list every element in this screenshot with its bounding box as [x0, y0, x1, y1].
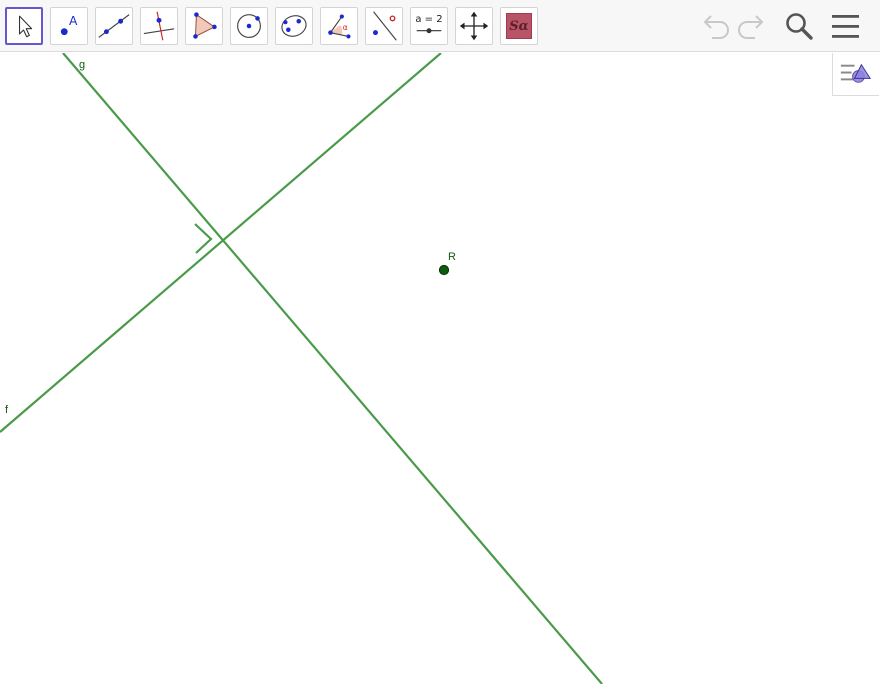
point-r-label[interactable]: R: [448, 251, 456, 263]
custom-tool-label: Sα: [509, 19, 529, 34]
redo-button[interactable]: [735, 10, 769, 44]
angle-icon: α: [328, 14, 351, 39]
angle-tool-label: α: [343, 23, 348, 32]
search-icon: [786, 13, 813, 40]
geogebra-app: A α a = 2 Sα g f R: [0, 0, 880, 684]
reflect-tool[interactable]: [365, 7, 403, 45]
line-g-label[interactable]: g: [79, 59, 85, 71]
move-arrows-icon: [459, 11, 489, 41]
hamburger-menu-icon: [832, 15, 859, 38]
undo-button[interactable]: [698, 10, 732, 44]
point-icon: A: [60, 14, 78, 36]
ellipse-icon: [281, 15, 307, 37]
point-tool-label: A: [69, 14, 78, 28]
polygon-tool[interactable]: [185, 7, 223, 45]
perpendicular-line-icon: [143, 11, 175, 41]
slider-icon: [416, 28, 442, 34]
circle-center-point-icon: [237, 14, 261, 38]
reflect-about-line-icon: [373, 11, 397, 41]
perpendicular-line-tool[interactable]: [140, 7, 178, 45]
toolbar: A α a = 2 Sα: [0, 0, 880, 52]
formula-icon: Sα: [506, 13, 532, 39]
slider-tool[interactable]: a = 2: [410, 7, 448, 45]
point-tool[interactable]: A: [50, 7, 88, 45]
style-bar-icon: [840, 63, 872, 83]
move-graphics-view-tool[interactable]: [455, 7, 493, 45]
search-button[interactable]: [782, 10, 816, 44]
line-f-label[interactable]: f: [5, 404, 8, 416]
angle-tool[interactable]: α: [320, 7, 358, 45]
point-r[interactable]: [438, 264, 450, 276]
conic-tool[interactable]: [275, 7, 313, 45]
line-f[interactable]: [0, 53, 442, 433]
undo-icon: [703, 15, 729, 39]
circle-tool[interactable]: [230, 7, 268, 45]
right-angle-marker: [194, 223, 213, 254]
move-tool[interactable]: [5, 7, 43, 45]
line-through-points-icon: [98, 14, 130, 38]
style-bar-toggle-button[interactable]: [832, 53, 879, 96]
graphics-view[interactable]: g f R: [0, 53, 880, 684]
menu-button[interactable]: [829, 10, 863, 44]
line-tool[interactable]: [95, 7, 133, 45]
graphics-canvas[interactable]: [0, 53, 880, 684]
custom-tool[interactable]: Sα: [500, 7, 538, 45]
polygon-icon: [193, 12, 217, 39]
cursor-arrow-icon: [18, 15, 33, 38]
redo-icon: [738, 15, 764, 39]
